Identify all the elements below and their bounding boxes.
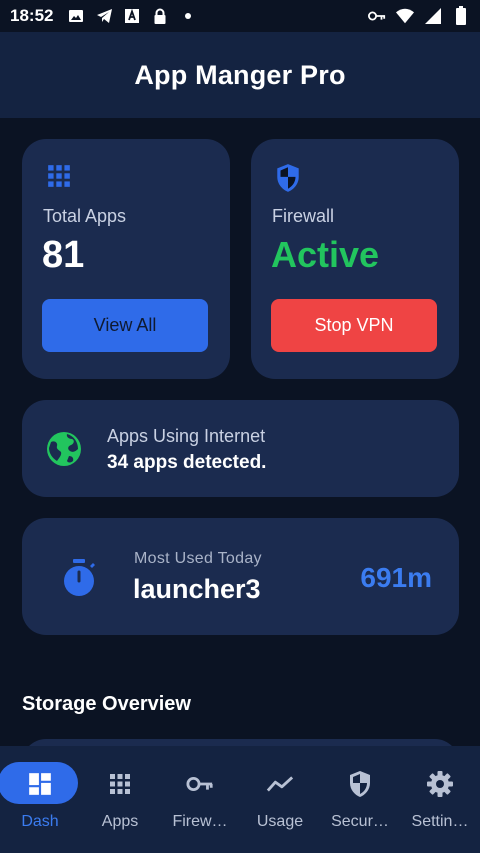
shield-icon [275, 163, 301, 192]
most-used-label: Most Used Today [134, 550, 262, 567]
firewall-status: Active [271, 234, 380, 275]
nav-item-apps[interactable]: Apps [80, 746, 160, 853]
shield-icon [346, 770, 374, 798]
nav-item-security[interactable]: Secur… [320, 746, 400, 853]
key-icon [368, 7, 386, 25]
nav-label-apps: Apps [101, 813, 139, 830]
app-header: App Manger Pro [0, 32, 480, 118]
most-used-card[interactable]: Most Used Today launcher3 691m [22, 518, 459, 635]
nav-label-firewall: Firew… [172, 813, 228, 830]
dot-icon [179, 7, 197, 25]
nav-label-security: Secur… [331, 813, 389, 830]
nav-item-settings[interactable]: Settin… [400, 746, 480, 853]
nav-label-dash: Dash [21, 813, 59, 830]
nav-item-firewall[interactable]: Firew… [160, 746, 240, 853]
nav-item-usage[interactable]: Usage [240, 746, 320, 853]
bottom-nav: Dash Apps Firew… Usage Secur… Settin… [0, 746, 480, 853]
page-title: App Manger Pro [134, 59, 346, 90]
trend-icon [266, 770, 294, 798]
firewall-card: Firewall Active Stop VPN [251, 139, 459, 379]
image-icon [67, 7, 85, 25]
a-box-icon [123, 7, 141, 25]
stop-vpn-button[interactable]: Stop VPN [271, 299, 437, 352]
total-apps-count: 81 [42, 234, 85, 276]
total-apps-label: Total Apps [43, 206, 127, 226]
nav-label-settings: Settin… [411, 813, 469, 830]
dashboard-icon [26, 770, 54, 798]
view-all-button[interactable]: View All [42, 299, 208, 352]
most-used-app: launcher3 [133, 574, 261, 604]
grid-icon [106, 770, 134, 798]
globe-icon [45, 430, 83, 468]
key-icon [186, 770, 214, 798]
nav-label-usage: Usage [256, 813, 304, 830]
gear-icon [426, 770, 454, 798]
total-apps-card: Total Apps 81 View All [22, 139, 230, 379]
internet-apps-count: 34 apps detected. [107, 452, 267, 473]
timer-icon [60, 558, 98, 598]
most-used-time: 691m [360, 562, 432, 593]
lock-icon [151, 7, 169, 25]
grid-icon [46, 163, 72, 191]
apps-using-internet-card[interactable]: Apps Using Internet 34 apps detected. [22, 400, 459, 497]
signal-icon [424, 7, 442, 25]
battery-icon [452, 6, 470, 25]
status-time: 18:52 [10, 6, 54, 25]
wifi-icon [396, 7, 414, 25]
storage-overview-title: Storage Overview [22, 693, 191, 715]
status-bar: 18:52 [0, 0, 480, 32]
telegram-icon [95, 7, 113, 25]
internet-label: Apps Using Internet [107, 426, 266, 446]
nav-item-dash[interactable]: Dash [0, 746, 80, 853]
firewall-label: Firewall [272, 206, 335, 226]
